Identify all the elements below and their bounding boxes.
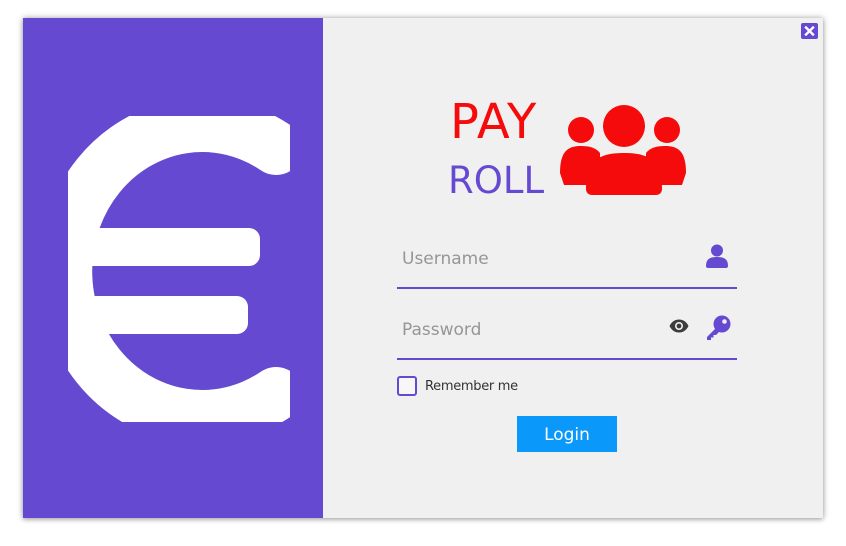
login-panel: PAY ROLL Username Remember me Login <box>323 18 823 518</box>
logo-title-pay: PAY <box>450 94 538 150</box>
remember-me-label[interactable]: Remember me <box>425 379 518 394</box>
close-button[interactable] <box>801 23 818 39</box>
username-field[interactable] <box>397 235 737 289</box>
logo-title-roll: ROLL <box>448 159 545 202</box>
remember-me-checkbox[interactable] <box>397 376 417 396</box>
euro-icon <box>68 116 290 422</box>
users-group-icon <box>560 105 686 195</box>
remember-me-row: Remember me <box>397 376 518 396</box>
login-button[interactable]: Login <box>517 416 617 452</box>
password-field[interactable] <box>397 306 737 360</box>
eye-icon[interactable] <box>669 319 689 333</box>
brand-panel <box>23 18 323 518</box>
username-input[interactable] <box>397 235 652 283</box>
password-input[interactable] <box>397 306 652 354</box>
user-icon <box>706 244 728 268</box>
login-window: PAY ROLL Username Remember me Login <box>23 18 823 518</box>
key-icon <box>707 315 731 340</box>
close-icon <box>804 26 815 36</box>
